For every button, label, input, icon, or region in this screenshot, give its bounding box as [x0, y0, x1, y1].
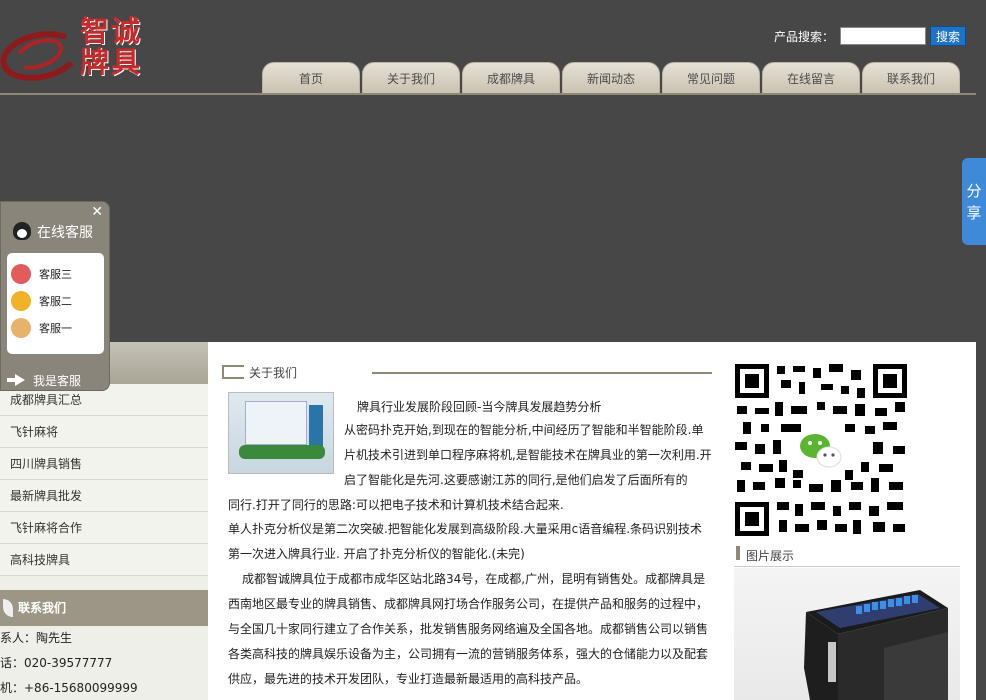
nav-tab-about[interactable]: 关于我们	[362, 62, 460, 94]
search-label: 产品搜索：	[773, 29, 834, 44]
contact-mobile: 手机：+86-15680099999	[0, 681, 138, 695]
nav-tab-contact[interactable]: 联系我们	[862, 62, 960, 94]
online-service-title: 在线客服	[13, 222, 93, 242]
agent-item[interactable]: 客服一	[7, 315, 104, 342]
close-icon[interactable]: ✕	[91, 204, 103, 220]
agent-label: 客服一	[39, 322, 72, 335]
leaf-icon	[3, 599, 13, 617]
about-section: 关于我们 牌具行业发展阶段回顾-当今牌具发展趋势分析 从密码扑克开始,到现在的智…	[222, 362, 714, 700]
sidebar-item-wholesale[interactable]: 最新牌具批发	[0, 480, 208, 512]
nav-tab-chengdu-products[interactable]: 成都牌具	[462, 62, 560, 94]
search-input[interactable]	[839, 27, 926, 45]
online-service-widget: ✕ 在线客服 客服三 客服二 客服一 我是客服	[0, 201, 110, 391]
agent-item[interactable]: 客服二	[7, 288, 104, 315]
nav-tab-news[interactable]: 新闻动态	[562, 62, 660, 94]
nav-tab-message[interactable]: 在线留言	[762, 62, 860, 94]
agent-list: 客服三 客服二 客服一	[7, 253, 104, 354]
company-photo	[228, 392, 334, 474]
sidebar: 成都牌具汇总 飞针麻将 四川牌具销售 最新牌具批发 飞针麻将合作 高科技牌具 联…	[0, 342, 208, 700]
title-bracket-icon	[222, 365, 244, 379]
logo-text: 智诚 牌具	[80, 16, 148, 78]
qr-code-icon	[733, 362, 909, 538]
main-nav: 首页 关于我们 成都牌具 新闻动态 常见问题 在线留言 联系我们	[262, 62, 962, 94]
agent-avatar-icon	[11, 291, 31, 311]
nav-divider	[0, 93, 976, 95]
about-paragraph-3: 单人扑克分析仪是第二次突破.把智能化发展到高级阶段.大量采用c语音编程.条码识别…	[228, 522, 703, 561]
search-button[interactable]: 搜索	[929, 26, 966, 46]
product-search: 产品搜索： 搜索	[774, 26, 966, 46]
logo-line-2: 牌具	[80, 45, 143, 79]
share-label-1: 分	[966, 182, 982, 200]
sidebar-item-feizhen-mahjong[interactable]: 飞针麻将	[0, 416, 208, 448]
photo-door	[309, 405, 323, 449]
agent-label: 客服二	[39, 295, 72, 308]
pictures-title-bar: 图片展示	[734, 545, 960, 567]
arrow-right-icon	[7, 374, 25, 386]
pictures-title: 图片展示	[746, 549, 795, 563]
about-paragraph-2: 同行.打开了同行的思路:可以把电子技术和计算机技术结合起来.	[228, 498, 564, 512]
share-label-2: 享	[966, 204, 982, 222]
agent-label: 客服三	[39, 268, 72, 281]
contact-phone: 电话：020-39577777	[0, 656, 113, 670]
agent-avatar-icon	[11, 264, 31, 284]
nav-tab-home[interactable]: 首页	[262, 62, 360, 94]
qq-penguin-icon	[13, 222, 31, 240]
site-logo[interactable]: 智诚 牌具	[0, 10, 150, 88]
sidebar-item-hightech[interactable]: 高科技牌具	[0, 544, 208, 576]
logo-line-1: 智诚	[80, 14, 143, 48]
agent-avatar-icon	[11, 318, 31, 338]
site-header: 智诚 牌具 产品搜索： 搜索 首页 关于我们 成都牌具 新闻动态 常见问题 在线…	[0, 0, 986, 96]
about-paragraph-4: 成都智诚牌具位于成都市成华区站北路34号，在成都,广州，昆明有销售处。成都牌具是…	[228, 572, 709, 686]
about-headline[interactable]: 牌具行业发展阶段回顾-当今牌具发展趋势分析	[357, 398, 601, 415]
agent-item[interactable]: 客服三	[7, 261, 104, 288]
title-rule	[372, 372, 712, 374]
nav-tab-faq[interactable]: 常见问题	[662, 62, 760, 94]
product-image[interactable]	[734, 568, 960, 700]
photo-wall	[245, 401, 307, 445]
sidebar-item-feizhen-cooperation[interactable]: 飞针麻将合作	[0, 512, 208, 544]
about-title-bar: 关于我们	[222, 362, 714, 384]
sidebar-item-sichuan-sales[interactable]: 四川牌具销售	[0, 448, 208, 480]
online-service-toggle[interactable]: 我是客服	[7, 372, 82, 389]
online-service-title-text: 在线客服	[37, 225, 93, 241]
contact-person: 联系人：陶先生	[0, 631, 73, 645]
mahjong-table-icon	[804, 590, 948, 700]
contact-heading: 联系我们	[0, 590, 208, 626]
about-title: 关于我们	[249, 366, 298, 380]
about-paragraph-1: 从密码扑克开始,到现在的智能分析,中间经历了智能和半智能阶段.单片机技术引进到单…	[344, 423, 712, 487]
wechat-qr-code	[733, 362, 909, 538]
photo-plants	[239, 445, 325, 459]
title-marker	[736, 546, 740, 560]
share-button[interactable]: 分 享	[962, 158, 986, 245]
contact-heading-text: 联系我们	[18, 601, 67, 615]
online-service-toggle-text: 我是客服	[33, 374, 82, 388]
